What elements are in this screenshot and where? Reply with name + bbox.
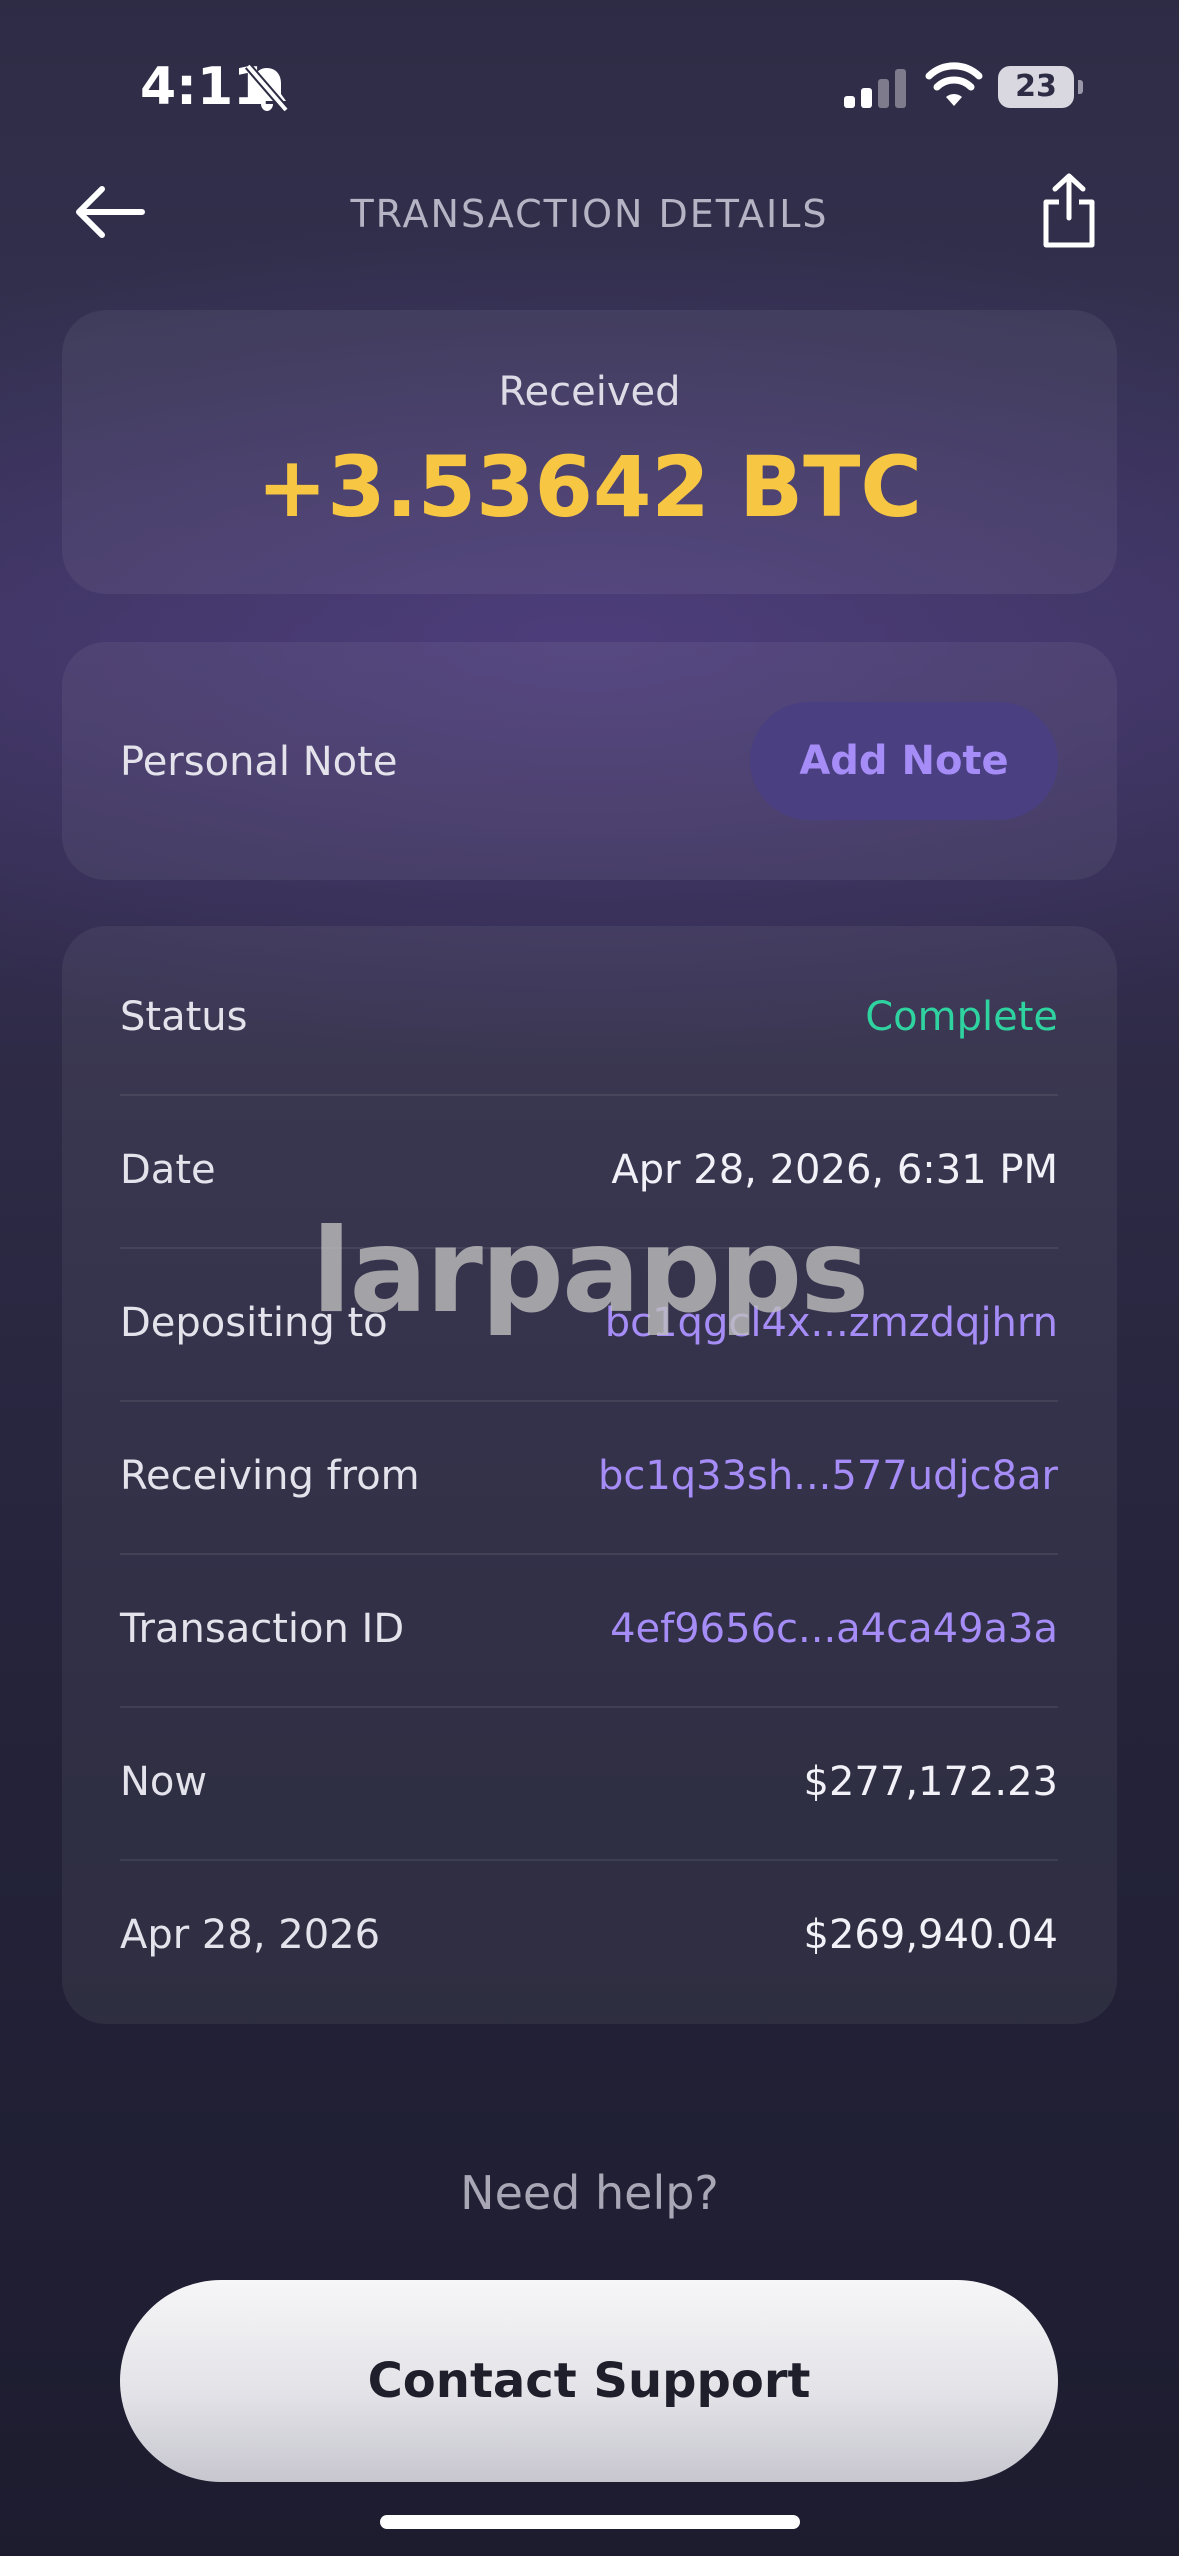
- current-fiat-value: $277,172.23: [803, 1759, 1058, 1805]
- wifi-icon: [925, 62, 983, 106]
- need-help-text: Need help?: [460, 2166, 719, 2220]
- detail-key: Receiving from: [120, 1453, 420, 1499]
- bell-slash-icon: [244, 63, 290, 113]
- add-note-button[interactable]: Add Note: [750, 702, 1058, 820]
- detail-key: Now: [120, 1759, 208, 1805]
- detail-key: Status: [120, 994, 248, 1040]
- detail-key: Apr 28, 2026: [120, 1912, 381, 1958]
- detail-key: Transaction ID: [120, 1606, 405, 1652]
- battery-cap: [1078, 80, 1083, 94]
- detail-row-historic-value: Apr 28, 2026 $269,940.04: [120, 1859, 1058, 2012]
- transaction-amount: +3.53642 BTC: [256, 438, 923, 536]
- share-icon[interactable]: [1038, 172, 1100, 250]
- detail-row-receiving-from: Receiving from bc1q33sh...577udjc8ar: [120, 1400, 1058, 1555]
- transaction-type-label: Received: [498, 369, 681, 415]
- personal-note-label: Personal Note: [120, 739, 398, 785]
- battery-icon: 23: [998, 66, 1074, 108]
- home-indicator[interactable]: [380, 2515, 800, 2529]
- transaction-id-link[interactable]: 4ef9656c...a4ca49a3a: [610, 1553, 1058, 1706]
- contact-support-button[interactable]: Contact Support: [120, 2280, 1058, 2482]
- historic-fiat-value: $269,940.04: [803, 1912, 1058, 1958]
- watermark: larpapps: [311, 1204, 870, 1339]
- page-title: TRANSACTION DETAILS: [350, 192, 829, 236]
- status-value: Complete: [865, 994, 1058, 1040]
- detail-row-transaction-id: Transaction ID 4ef9656c...a4ca49a3a: [120, 1553, 1058, 1708]
- detail-row-now-value: Now $277,172.23: [120, 1706, 1058, 1861]
- detail-row-status: Status Complete: [120, 941, 1058, 1096]
- sender-address-link[interactable]: bc1q33sh...577udjc8ar: [598, 1400, 1058, 1553]
- cellular-signal-icon: [844, 69, 906, 108]
